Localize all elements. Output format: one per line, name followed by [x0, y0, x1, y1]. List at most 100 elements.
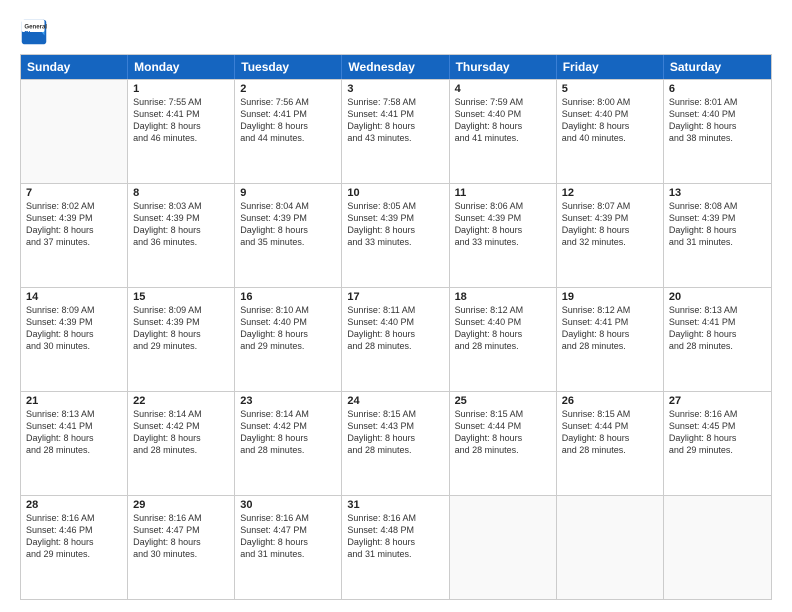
- cell-info: Sunrise: 8:07 AMSunset: 4:39 PMDaylight:…: [562, 200, 658, 249]
- calendar-cell: 28Sunrise: 8:16 AMSunset: 4:46 PMDayligh…: [21, 496, 128, 599]
- cell-info: Sunrise: 8:12 AMSunset: 4:41 PMDaylight:…: [562, 304, 658, 353]
- cell-day-number: 19: [562, 291, 658, 303]
- calendar-cell: [21, 80, 128, 183]
- weekday-header: Tuesday: [235, 55, 342, 79]
- calendar-row: 14 Sunrise: 8:09 AMSunset: 4:39 PMDayligh…: [21, 287, 771, 391]
- svg-text:General: General: [24, 24, 47, 31]
- weekday-header: Wednesday: [342, 55, 449, 79]
- cell-day-number: 9: [240, 187, 336, 199]
- calendar-cell: 15Sunrise: 8:09 AMSunset: 4:39 PMDayligh…: [128, 288, 235, 391]
- cell-info: Sunrise: 7:58 AMSunset: 4:41 PMDaylight:…: [347, 96, 443, 145]
- cell-info: Sunrise: 8:15 AMSunset: 4:44 PMDaylight:…: [455, 408, 551, 457]
- cell-day-number: 5: [562, 83, 658, 95]
- cell-info: Sunrise: 8:16 AMSunset: 4:48 PMDaylight:…: [347, 512, 443, 561]
- calendar-cell: 20Sunrise: 8:13 AMSunset: 4:41 PMDayligh…: [664, 288, 771, 391]
- cell-day-number: 1: [133, 83, 229, 95]
- cell-info: Sunrise: 8:03 AMSunset: 4:39 PMDaylight:…: [133, 200, 229, 249]
- cell-info: Sunrise: 8:13 AMSunset: 4:41 PMDaylight:…: [26, 408, 122, 457]
- calendar-cell: 21Sunrise: 8:13 AMSunset: 4:41 PMDayligh…: [21, 392, 128, 495]
- cell-info: Sunrise: 8:15 AMSunset: 4:44 PMDaylight:…: [562, 408, 658, 457]
- calendar-cell: [557, 496, 664, 599]
- calendar-cell: [450, 496, 557, 599]
- calendar-cell: 30Sunrise: 8:16 AMSunset: 4:47 PMDayligh…: [235, 496, 342, 599]
- cell-day-number: 17: [347, 291, 443, 303]
- cell-day-number: 13: [669, 187, 766, 199]
- cell-day-number: 16: [240, 291, 336, 303]
- cell-info: Sunrise: 8:14 AMSunset: 4:42 PMDaylight:…: [240, 408, 336, 457]
- calendar-cell: 11Sunrise: 8:06 AMSunset: 4:39 PMDayligh…: [450, 184, 557, 287]
- calendar-cell: 8Sunrise: 8:03 AMSunset: 4:39 PMDaylight…: [128, 184, 235, 287]
- calendar-cell: 1Sunrise: 7:55 AMSunset: 4:41 PMDaylight…: [128, 80, 235, 183]
- weekday-header: Saturday: [664, 55, 771, 79]
- cell-day-number: 2: [240, 83, 336, 95]
- cell-info: Sunrise: 8:04 AMSunset: 4:39 PMDaylight:…: [240, 200, 336, 249]
- calendar-cell: 9Sunrise: 8:04 AMSunset: 4:39 PMDaylight…: [235, 184, 342, 287]
- cell-day-number: 31: [347, 499, 443, 511]
- calendar-cell: 26Sunrise: 8:15 AMSunset: 4:44 PMDayligh…: [557, 392, 664, 495]
- calendar-cell: 22Sunrise: 8:14 AMSunset: 4:42 PMDayligh…: [128, 392, 235, 495]
- cell-day-number: 4: [455, 83, 551, 95]
- cell-day-number: 26: [562, 395, 658, 407]
- cell-day-number: 20: [669, 291, 766, 303]
- calendar-cell: 13Sunrise: 8:08 AMSunset: 4:39 PMDayligh…: [664, 184, 771, 287]
- cell-day-number: 15: [133, 291, 229, 303]
- cell-day-number: 7: [26, 187, 122, 199]
- cell-info: Sunrise: 8:11 AMSunset: 4:40 PMDaylight:…: [347, 304, 443, 353]
- cell-day-number: 14: [26, 291, 122, 303]
- cell-day-number: 10: [347, 187, 443, 199]
- cell-info: Sunrise: 8:09 AMSunset: 4:39 PMDaylight:…: [133, 304, 229, 353]
- calendar-cell: 7Sunrise: 8:02 AMSunset: 4:39 PMDaylight…: [21, 184, 128, 287]
- cell-day-number: 28: [26, 499, 122, 511]
- cell-day-number: 8: [133, 187, 229, 199]
- calendar-cell: 25Sunrise: 8:15 AMSunset: 4:44 PMDayligh…: [450, 392, 557, 495]
- logo: General Blue: [20, 18, 52, 46]
- cell-day-number: 18: [455, 291, 551, 303]
- calendar-cell: 5Sunrise: 8:00 AMSunset: 4:40 PMDaylight…: [557, 80, 664, 183]
- cell-day-number: 25: [455, 395, 551, 407]
- cell-info: Sunrise: 8:00 AMSunset: 4:40 PMDaylight:…: [562, 96, 658, 145]
- calendar-cell: 3Sunrise: 7:58 AMSunset: 4:41 PMDaylight…: [342, 80, 449, 183]
- weekday-header: Monday: [128, 55, 235, 79]
- cell-info: Sunrise: 8:05 AMSunset: 4:39 PMDaylight:…: [347, 200, 443, 249]
- cell-info: Sunrise: 8:13 AMSunset: 4:41 PMDaylight:…: [669, 304, 766, 353]
- calendar-cell: 17Sunrise: 8:11 AMSunset: 4:40 PMDayligh…: [342, 288, 449, 391]
- cell-day-number: 30: [240, 499, 336, 511]
- cell-info: Sunrise: 8:15 AMSunset: 4:43 PMDaylight:…: [347, 408, 443, 457]
- cell-info: Sunrise: 7:56 AMSunset: 4:41 PMDaylight:…: [240, 96, 336, 145]
- cell-day-number: 6: [669, 83, 766, 95]
- cell-info: Sunrise: 8:16 AMSunset: 4:46 PMDaylight:…: [26, 512, 122, 561]
- cell-day-number: 3: [347, 83, 443, 95]
- cell-info: Sunrise: 8:16 AMSunset: 4:45 PMDaylight:…: [669, 408, 766, 457]
- calendar-cell: 29Sunrise: 8:16 AMSunset: 4:47 PMDayligh…: [128, 496, 235, 599]
- calendar-cell: [664, 496, 771, 599]
- calendar-cell: 18Sunrise: 8:12 AMSunset: 4:40 PMDayligh…: [450, 288, 557, 391]
- logo-icon: General Blue: [20, 18, 48, 46]
- cell-day-number: 27: [669, 395, 766, 407]
- calendar-cell: 14Sunrise: 8:09 AMSunset: 4:39 PMDayligh…: [21, 288, 128, 391]
- cell-day-number: 21: [26, 395, 122, 407]
- calendar-row: 1Sunrise: 7:55 AMSunset: 4:41 PMDaylight…: [21, 79, 771, 183]
- cell-info: Sunrise: 8:14 AMSunset: 4:42 PMDaylight:…: [133, 408, 229, 457]
- cell-day-number: 22: [133, 395, 229, 407]
- calendar-cell: 2Sunrise: 7:56 AMSunset: 4:41 PMDaylight…: [235, 80, 342, 183]
- cell-info: Sunrise: 8:02 AMSunset: 4:39 PMDaylight:…: [26, 200, 122, 249]
- calendar-cell: 24Sunrise: 8:15 AMSunset: 4:43 PMDayligh…: [342, 392, 449, 495]
- calendar-row: 7Sunrise: 8:02 AMSunset: 4:39 PMDaylight…: [21, 183, 771, 287]
- calendar-body: 1Sunrise: 7:55 AMSunset: 4:41 PMDaylight…: [21, 79, 771, 599]
- cell-day-number: 24: [347, 395, 443, 407]
- calendar-cell: 12Sunrise: 8:07 AMSunset: 4:39 PMDayligh…: [557, 184, 664, 287]
- calendar: SundayMondayTuesdayWednesdayThursdayFrid…: [20, 54, 772, 600]
- cell-day-number: 29: [133, 499, 229, 511]
- calendar-row: 28Sunrise: 8:16 AMSunset: 4:46 PMDayligh…: [21, 495, 771, 599]
- cell-info: Sunrise: 8:08 AMSunset: 4:39 PMDaylight:…: [669, 200, 766, 249]
- calendar-cell: 16Sunrise: 8:10 AMSunset: 4:40 PMDayligh…: [235, 288, 342, 391]
- cell-info: Sunrise: 7:55 AMSunset: 4:41 PMDaylight:…: [133, 96, 229, 145]
- calendar-cell: 31Sunrise: 8:16 AMSunset: 4:48 PMDayligh…: [342, 496, 449, 599]
- calendar-cell: 19Sunrise: 8:12 AMSunset: 4:41 PMDayligh…: [557, 288, 664, 391]
- weekday-header: Friday: [557, 55, 664, 79]
- cell-info: Sunrise: 8:16 AMSunset: 4:47 PMDaylight:…: [240, 512, 336, 561]
- cell-info: Sunrise: 8:06 AMSunset: 4:39 PMDaylight:…: [455, 200, 551, 249]
- cell-day-number: 11: [455, 187, 551, 199]
- calendar-header: SundayMondayTuesdayWednesdayThursdayFrid…: [21, 55, 771, 79]
- weekday-header: Thursday: [450, 55, 557, 79]
